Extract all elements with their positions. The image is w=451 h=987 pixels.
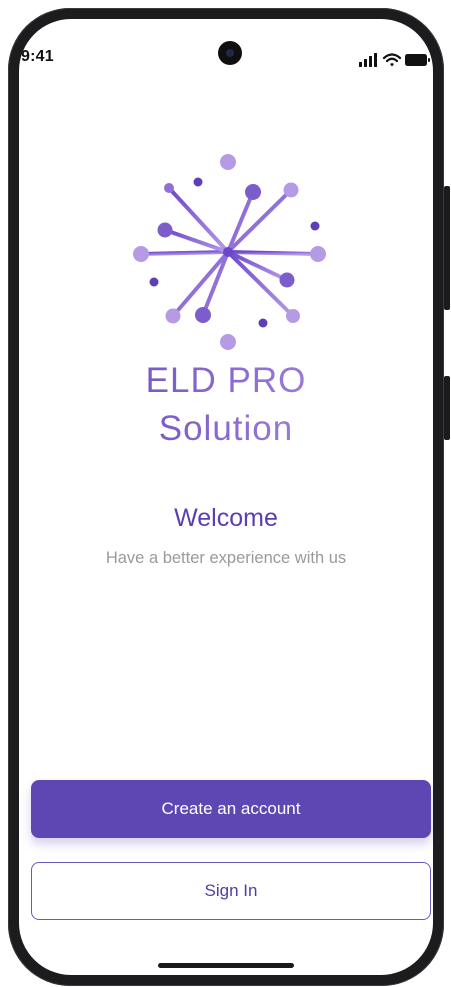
brand-name-line-2: Solution — [19, 409, 433, 449]
home-indicator[interactable] — [158, 963, 294, 968]
power-button — [444, 186, 450, 310]
brand-name-line-1: ELD PRO — [19, 361, 433, 401]
phone-frame: 9:41 ELD PRO Solution Welcome Have a bet… — [8, 8, 444, 986]
welcome-subtitle: Have a better experience with us — [105, 549, 347, 567]
device-screen: 9:41 ELD PRO Solution Welcome Have a bet… — [0, 0, 451, 987]
welcome-title: Welcome — [174, 504, 278, 532]
volume-button — [444, 376, 450, 440]
status-icons — [359, 52, 431, 67]
app-screen: 9:41 ELD PRO Solution Welcome Have a bet… — [19, 19, 433, 975]
signal-icon — [359, 53, 377, 67]
status-time: 9:41 — [21, 48, 54, 65]
network-burst-logo-icon — [133, 154, 326, 350]
wifi-icon — [382, 53, 402, 67]
battery-icon — [405, 54, 430, 66]
app-logo — [129, 144, 329, 354]
sign-in-button[interactable]: Sign In — [31, 862, 431, 920]
front-camera — [218, 41, 242, 65]
create-account-button[interactable]: Create an account — [31, 780, 431, 838]
